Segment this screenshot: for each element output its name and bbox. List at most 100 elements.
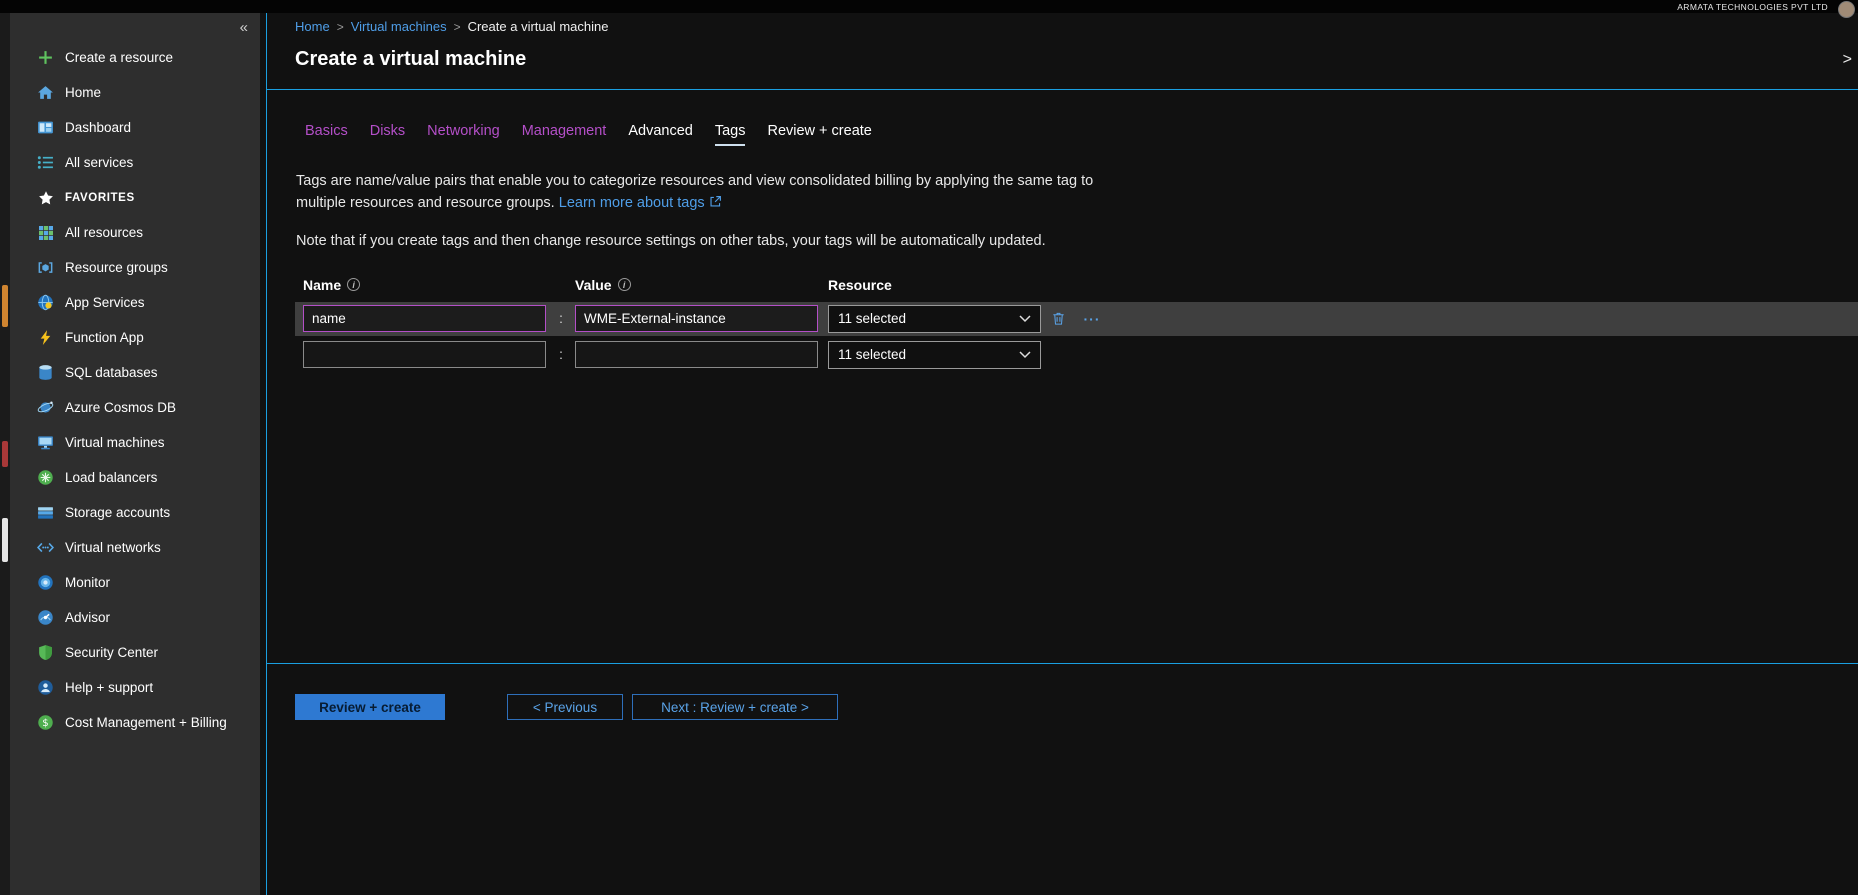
lightning-icon <box>37 329 54 346</box>
sidebar-item-all-services[interactable]: All services <box>10 145 260 180</box>
wizard-footer: Review + create < Previous Next : Review… <box>295 694 838 720</box>
plus-icon <box>37 49 54 66</box>
sidebar-item-virtual-networks[interactable]: Virtual networks <box>10 530 260 565</box>
external-link-icon <box>709 196 722 212</box>
tab-basics[interactable]: Basics <box>305 123 348 146</box>
tab-review-create[interactable]: Review + create <box>767 123 871 146</box>
tags-table: Name i Value i Resource : <box>295 270 1858 372</box>
delete-tag-button[interactable] <box>1041 311 1075 326</box>
dashboard-icon <box>37 119 54 136</box>
column-header-value: Value i <box>575 277 819 293</box>
breadcrumb-current: Create a virtual machine <box>468 19 609 34</box>
cosmos-icon <box>37 399 54 416</box>
cost-icon: $ <box>37 714 54 731</box>
sidebar-item-sql-databases[interactable]: SQL databases <box>10 355 260 390</box>
sidebar-item-cost-management-billing[interactable]: $ Cost Management + Billing <box>10 705 260 740</box>
info-icon[interactable]: i <box>618 278 631 291</box>
tab-tags[interactable]: Tags <box>715 123 746 146</box>
shield-icon <box>37 644 54 661</box>
sidebar-item-azure-cosmos-db[interactable]: Azure Cosmos DB <box>10 390 260 425</box>
tag-name-input[interactable] <box>303 341 546 368</box>
help-icon <box>37 679 54 696</box>
sidebar-collapse-button[interactable]: « <box>240 19 248 36</box>
sidebar-item-favorites[interactable]: FAVORITES <box>10 180 260 215</box>
network-icon <box>37 539 54 556</box>
sidebar-item-help-support[interactable]: Help + support <box>10 670 260 705</box>
review-create-button[interactable]: Review + create <box>295 694 445 720</box>
sidebar-nav: Create a resource Home Dashboard All ser… <box>10 40 260 740</box>
tab-advanced[interactable]: Advanced <box>628 123 693 146</box>
column-header-resource: Resource <box>828 277 1041 293</box>
globe-icon <box>37 294 54 311</box>
loadbalancer-icon <box>37 469 54 486</box>
star-icon <box>37 189 54 206</box>
sidebar-item-function-app[interactable]: Function App <box>10 320 260 355</box>
tag-row: : 11 selected <box>295 338 1858 372</box>
learn-more-link[interactable]: Learn more about tags <box>559 195 705 211</box>
sidebar-item-resource-groups[interactable]: Resource groups <box>10 250 260 285</box>
sidebar-item-security-center[interactable]: Security Center <box>10 635 260 670</box>
sidebar-item-create-a-resource[interactable]: Create a resource <box>10 40 260 75</box>
next-button[interactable]: Next : Review + create > <box>632 694 838 720</box>
name-value-separator: : <box>547 347 575 362</box>
sidebar-item-app-services[interactable]: App Services <box>10 285 260 320</box>
resource-dropdown[interactable]: 11 selected <box>828 341 1041 369</box>
tab-disks[interactable]: Disks <box>370 123 405 146</box>
page-title: Create a virtual machine <box>295 48 1858 71</box>
strip-mark-orange <box>2 285 8 327</box>
sidebar-item-advisor[interactable]: Advisor <box>10 600 260 635</box>
tags-description: Tags are name/value pairs that enable yo… <box>296 170 1101 216</box>
sidebar-item-load-balancers[interactable]: Load balancers <box>10 460 260 495</box>
advisor-icon <box>37 609 54 626</box>
list-icon <box>37 154 54 171</box>
home-icon <box>37 84 54 101</box>
sidebar-item-virtual-machines[interactable]: Virtual machines <box>10 425 260 460</box>
chevron-down-icon <box>1019 311 1031 326</box>
account-avatar[interactable] <box>1838 1 1855 18</box>
chevron-down-icon <box>1019 347 1031 362</box>
breadcrumb-separator: > <box>337 20 344 34</box>
sidebar-item-all-resources[interactable]: All resources <box>10 215 260 250</box>
azure-portal: ARMATA TECHNOLOGIES PVT LTD « Create a r… <box>0 0 1858 895</box>
breadcrumb-home[interactable]: Home <box>295 19 330 34</box>
sidebar-item-monitor[interactable]: Monitor <box>10 565 260 600</box>
name-value-separator: : <box>547 311 575 326</box>
tag-row: : 11 selected ··· <box>295 302 1858 336</box>
wizard-tabs: Basics Disks Networking Management Advan… <box>305 123 1858 146</box>
topbar: ARMATA TECHNOLOGIES PVT LTD <box>0 0 1858 13</box>
sidebar-item-storage-accounts[interactable]: Storage accounts <box>10 495 260 530</box>
svg-text:$: $ <box>42 718 48 729</box>
main-content: Home > Virtual machines > Create a virtu… <box>266 13 1858 895</box>
tab-management[interactable]: Management <box>522 123 607 146</box>
database-icon <box>37 364 54 381</box>
header-divider <box>267 89 1858 90</box>
row-more-button[interactable]: ··· <box>1075 311 1109 327</box>
vm-icon <box>37 434 54 451</box>
info-icon[interactable]: i <box>347 278 360 291</box>
previous-button[interactable]: < Previous <box>507 694 623 720</box>
breadcrumb-virtual-machines[interactable]: Virtual machines <box>351 19 447 34</box>
sidebar-item-home[interactable]: Home <box>10 75 260 110</box>
cube-icon <box>37 259 54 276</box>
sidebar: « Create a resource Home Dashboard All s… <box>10 13 260 895</box>
grid-icon <box>37 224 54 241</box>
tenant-name: ARMATA TECHNOLOGIES PVT LTD <box>1677 2 1828 12</box>
tag-value-input[interactable] <box>575 305 818 332</box>
sidebar-item-dashboard[interactable]: Dashboard <box>10 110 260 145</box>
strip-mark-red <box>2 441 8 467</box>
gauge-icon <box>37 574 54 591</box>
column-header-name: Name i <box>303 277 547 293</box>
tab-networking[interactable]: Networking <box>427 123 500 146</box>
strip-mark-white <box>2 518 8 562</box>
tag-name-input[interactable] <box>303 305 546 332</box>
storage-icon <box>37 504 54 521</box>
footer-divider <box>267 663 1858 664</box>
tag-value-input[interactable] <box>575 341 818 368</box>
breadcrumb: Home > Virtual machines > Create a virtu… <box>267 13 1858 34</box>
breadcrumb-separator: > <box>454 20 461 34</box>
resource-dropdown[interactable]: 11 selected <box>828 305 1041 333</box>
tags-table-header: Name i Value i Resource <box>295 270 1858 300</box>
panel-expand-icon[interactable]: > <box>1843 51 1852 69</box>
left-edge-strip <box>0 13 10 895</box>
tags-note: Note that if you create tags and then ch… <box>296 233 1858 249</box>
